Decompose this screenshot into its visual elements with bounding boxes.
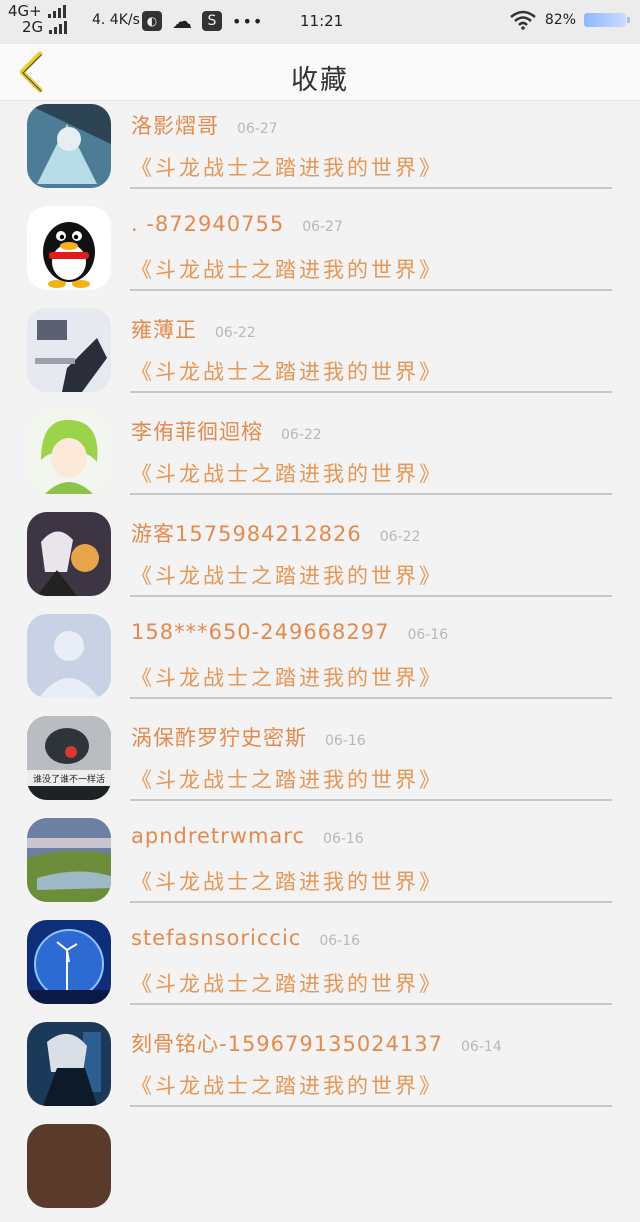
favorite-date: 06-27 (302, 219, 343, 235)
battery-icon (584, 13, 630, 27)
favorite-date: 06-22 (215, 325, 256, 341)
user-name: apndretrwmarc 06-16 (131, 824, 364, 848)
user-name: 雍薄正 06-22 (131, 314, 256, 344)
list-item[interactable]: apndretrwmarc 06-16 《斗龙战士之踏进我的世界》 (0, 814, 640, 916)
avatar[interactable] (27, 410, 111, 494)
favorite-date: 06-16 (325, 733, 366, 749)
avatar[interactable] (27, 512, 111, 596)
network-speed: 4. 4K/s (92, 12, 140, 28)
message-app-icon: ◐ (142, 11, 162, 31)
divider (130, 595, 612, 597)
page-header: 收藏 (0, 44, 640, 101)
network-type-2: 2G (22, 18, 44, 36)
battery-percent: 82% (544, 12, 576, 28)
divider (130, 493, 612, 495)
user-name-text: 刻骨铭心-159679135024137 (131, 1032, 443, 1056)
user-name: . -872940755 06-27 (131, 212, 343, 236)
user-name-text: 涡保酢罗狞史密斯 (131, 726, 307, 750)
user-name-text: . -872940755 (131, 212, 285, 236)
favorite-date: 06-16 (319, 933, 361, 949)
favorite-date: 06-16 (323, 831, 364, 847)
avatar[interactable] (27, 308, 111, 392)
favorite-date: 06-22 (281, 427, 322, 443)
list-item[interactable]: 雍薄正 06-22 《斗龙战士之踏进我的世界》 (0, 304, 640, 406)
status-bar: 4G+ 2G 4. 4K/s ◐ ☁ S ••• 11:21 82% (0, 0, 640, 44)
book-title[interactable]: 《斗龙战士之踏进我的世界》 (131, 1070, 443, 1100)
favorite-date: 06-27 (237, 121, 278, 137)
book-title[interactable]: 《斗龙战士之踏进我的世界》 (131, 152, 443, 182)
book-title[interactable]: 《斗龙战士之踏进我的世界》 (131, 662, 443, 692)
user-name: 涡保酢罗狞史密斯 06-16 (131, 722, 366, 752)
page-title: 收藏 (291, 65, 349, 96)
more-dots-icon: ••• (232, 11, 264, 31)
network-indicators: 4G+ 2G (8, 2, 68, 36)
wechat-icon: ☁ (172, 9, 192, 33)
avatar[interactable] (27, 104, 111, 188)
list-item[interactable]: stefasnsoriccic 06-16 《斗龙战士之踏进我的世界》 (0, 916, 640, 1018)
avatar[interactable] (27, 614, 111, 698)
divider (130, 697, 612, 699)
avatar[interactable]: 谁没了谁不一样活 (27, 716, 111, 800)
user-name: 158***650-249668297 06-16 (131, 620, 448, 644)
list-item[interactable]: 游客1575984212826 06-22 《斗龙战士之踏进我的世界》 (0, 508, 640, 610)
avatar[interactable] (27, 818, 111, 902)
divider (130, 289, 612, 291)
avatar[interactable] (27, 920, 111, 1004)
avatar-caption: 谁没了谁不一样活 (32, 775, 105, 785)
divider (130, 1105, 612, 1107)
avatar (27, 1124, 111, 1208)
s-app-icon: S (202, 11, 222, 31)
user-name: stefasnsoriccic 06-16 (131, 926, 360, 950)
book-title[interactable]: 《斗龙战士之踏进我的世界》 (131, 254, 443, 284)
list-item[interactable]: . -872940755 06-27 《斗龙战士之踏进我的世界》 (0, 202, 640, 304)
book-title[interactable]: 《斗龙战士之踏进我的世界》 (131, 968, 443, 998)
network-type-1: 4G+ (8, 2, 42, 20)
divider (130, 799, 612, 801)
favorite-date: 06-16 (407, 627, 449, 643)
user-name-text: apndretrwmarc (131, 824, 306, 848)
list-item[interactable]: 洛影熠哥 06-27 《斗龙战士之踏进我的世界》 (0, 100, 640, 202)
book-title[interactable]: 《斗龙战士之踏进我的世界》 (131, 764, 443, 794)
list-item[interactable]: 谁没了谁不一样活 涡保酢罗狞史密斯 06-16 《斗龙战士之踏进我的世界》 (0, 712, 640, 814)
user-name-text: 雍薄正 (131, 318, 197, 342)
user-name-text: 李侑菲徊迴榕 (131, 420, 263, 444)
user-name: 游客1575984212826 06-22 (131, 518, 420, 548)
favorite-date: 06-14 (461, 1039, 502, 1055)
user-name-text: 游客1575984212826 (131, 522, 362, 546)
list-item[interactable]: 158***650-249668297 06-16 《斗龙战士之踏进我的世界》 (0, 610, 640, 712)
divider (130, 391, 612, 393)
divider (130, 1003, 612, 1005)
signal-bars-icon (49, 20, 68, 34)
book-title[interactable]: 《斗龙战士之踏进我的世界》 (131, 866, 443, 896)
avatar[interactable] (27, 206, 111, 290)
book-title[interactable]: 《斗龙战士之踏进我的世界》 (131, 458, 443, 488)
book-title[interactable]: 《斗龙战士之踏进我的世界》 (131, 560, 443, 590)
list-item[interactable]: 刻骨铭心-159679135024137 06-14 《斗龙战士之踏进我的世界》 (0, 1018, 640, 1120)
user-name-text: 158***650-249668297 (131, 620, 390, 644)
favorites-list: 洛影熠哥 06-27 《斗龙战士之踏进我的世界》 . -872940755 06-27 《… (0, 100, 640, 1222)
wifi-icon (510, 10, 536, 30)
signal-bars-icon (47, 4, 66, 18)
divider (130, 187, 612, 189)
user-name: 洛影熠哥 06-27 (131, 110, 278, 140)
user-name-text: stefasnsoriccic (131, 926, 302, 950)
book-title[interactable]: 《斗龙战士之踏进我的世界》 (131, 356, 443, 386)
avatar[interactable] (27, 1022, 111, 1106)
clock: 11:21 (300, 12, 344, 30)
list-item[interactable]: 李侑菲徊迴榕 06-22 《斗龙战士之踏进我的世界》 (0, 406, 640, 508)
user-name: 刻骨铭心-159679135024137 06-14 (131, 1028, 502, 1058)
user-name: 李侑菲徊迴榕 06-22 (131, 416, 322, 446)
status-right: 82% (509, 10, 630, 30)
divider (130, 901, 612, 903)
notification-icons: ◐ ☁ S ••• (142, 9, 263, 33)
list-item-partial (0, 1120, 640, 1222)
favorite-date: 06-22 (379, 529, 421, 545)
user-name-text: 洛影熠哥 (131, 114, 219, 138)
